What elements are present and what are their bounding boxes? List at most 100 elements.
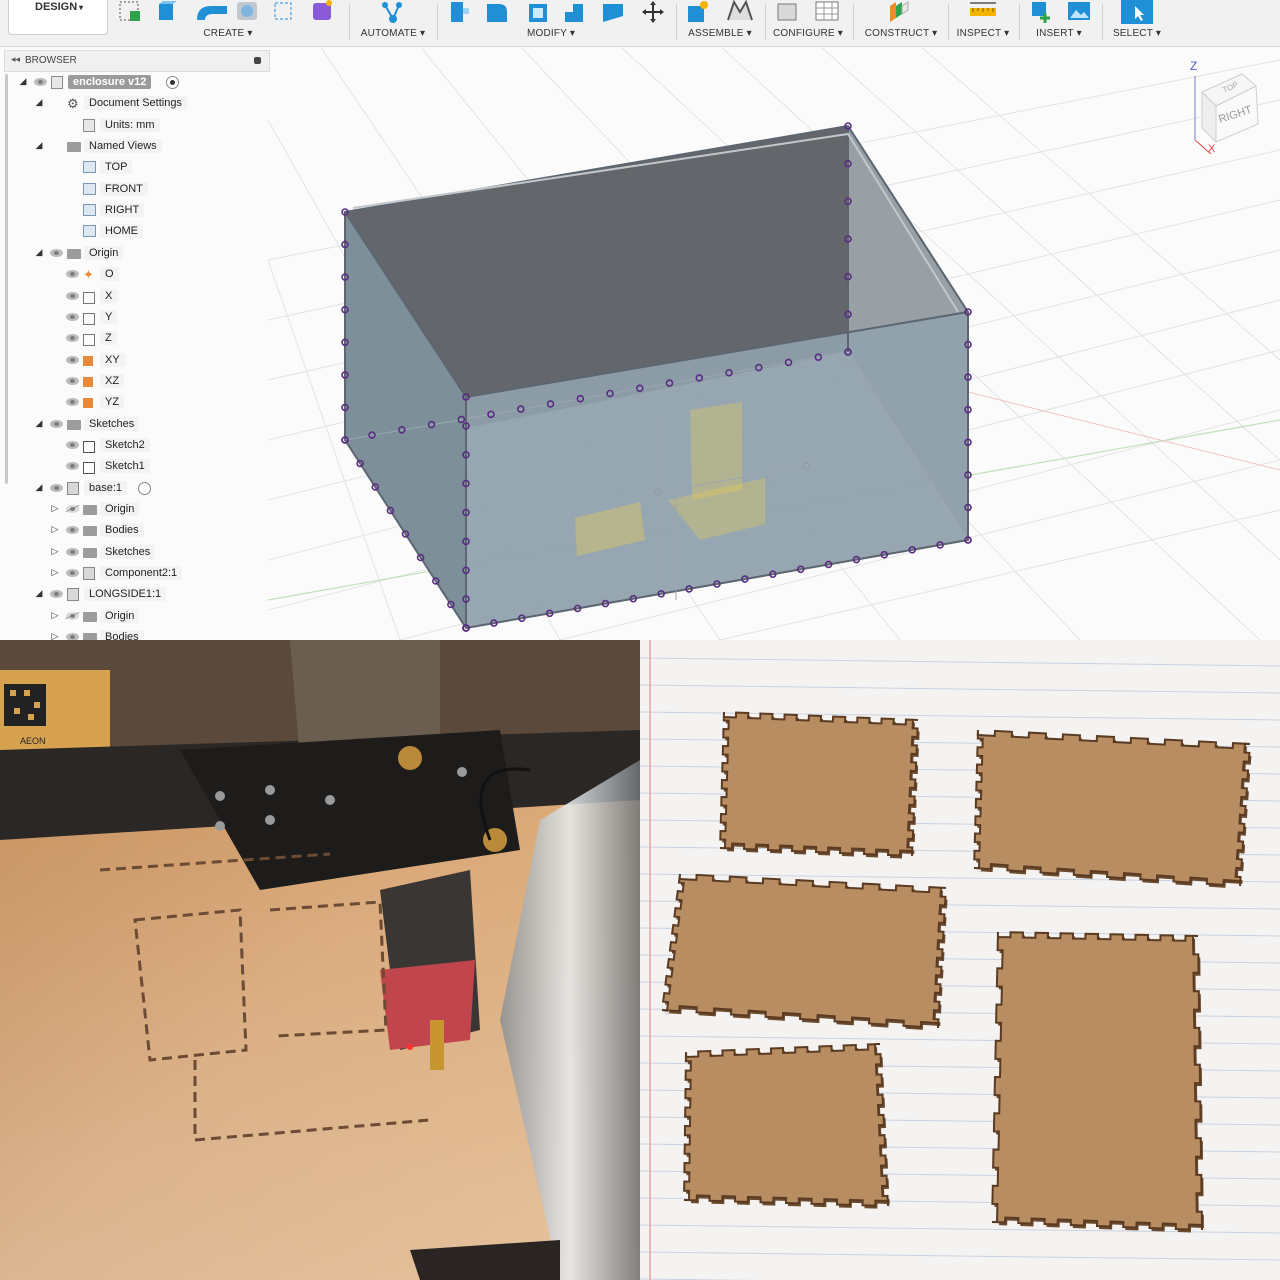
browser-tree-item[interactable]: XY (0, 352, 268, 370)
visibility-eye-icon[interactable] (50, 483, 63, 492)
browser-tree-item[interactable]: ◢ LONGSIDE1:1 (0, 586, 268, 604)
browser-tree-item[interactable]: Units: mm (0, 117, 268, 135)
visibility-eye-icon[interactable] (66, 355, 79, 364)
visibility-eye-icon[interactable] (50, 419, 63, 428)
browser-tree-label: Named Views (84, 139, 162, 154)
browser-tree-item[interactable]: Sketch1 (0, 458, 268, 476)
insert-group[interactable]: INSERT ▾ (1024, 0, 1094, 46)
browser-panel: ◂◂ BROWSER ◢ enclosure v12 ◢ ⚙ Document Sett… (0, 50, 270, 640)
browser-tree-item[interactable]: X (0, 288, 268, 306)
visibility-eye-icon[interactable] (66, 547, 79, 556)
browser-tree-item[interactable]: ◢ base:1 (0, 480, 268, 498)
configure-group[interactable]: CONFIGURE ▾ (770, 0, 846, 46)
insert-menu[interactable]: INSERT ▾ (1024, 28, 1094, 39)
browser-tree-item[interactable]: ✦ O (0, 266, 268, 284)
expand-arrow-icon[interactable]: ▷ (50, 546, 60, 557)
select-menu[interactable]: SELECT ▾ (1107, 28, 1167, 39)
collapse-arrow-icon[interactable]: ◢ (34, 247, 44, 258)
visibility-eye-icon[interactable] (66, 376, 79, 385)
visibility-eye-icon[interactable] (66, 334, 79, 343)
toolbar-divider (853, 4, 854, 40)
visibility-eye-icon[interactable] (50, 590, 63, 599)
named-view-icon (83, 204, 96, 217)
visibility-eye-icon[interactable] (66, 569, 79, 578)
automate-group[interactable]: AUTOMATE ▾ (355, 0, 431, 46)
visibility-eye-icon[interactable] (66, 440, 79, 449)
expand-arrow-icon[interactable]: ▷ (50, 503, 60, 514)
browser-tree-item[interactable]: YZ (0, 394, 268, 412)
visibility-eye-icon[interactable] (66, 398, 79, 407)
collapse-arrow-icon[interactable]: ◢ (34, 482, 44, 493)
inspect-group[interactable]: INSPECT ▾ (953, 0, 1013, 46)
viewcube[interactable]: Z X RIGHT TOP (1184, 58, 1264, 154)
browser-tree-item[interactable]: RIGHT (0, 202, 268, 220)
inspect-menu[interactable]: INSPECT ▾ (953, 28, 1013, 39)
visibility-eye-icon[interactable] (66, 291, 79, 300)
3d-viewport[interactable] (268, 46, 1280, 640)
collapse-arrow-icon[interactable]: ◢ (18, 76, 28, 87)
activate-component-radio[interactable] (165, 76, 179, 89)
browser-tree-item[interactable]: ◢ Origin (0, 245, 268, 263)
collapse-chevron-icon[interactable]: ◂◂ (11, 54, 20, 65)
create-menu[interactable]: CREATE ▾ (115, 28, 341, 39)
modify-group[interactable]: MODIFY ▾ (443, 0, 669, 46)
visibility-eye-icon[interactable] (50, 248, 63, 257)
expand-arrow-icon[interactable]: ▷ (50, 567, 60, 578)
visibility-eye-icon[interactable] (66, 633, 79, 640)
collapse-arrow-icon[interactable]: ◢ (34, 588, 44, 599)
modify-menu[interactable]: MODIFY ▾ (433, 28, 669, 39)
browser-tree-item[interactable]: ▷ Sketches (0, 544, 268, 562)
browser-tree-item[interactable]: HOME (0, 223, 268, 241)
expand-arrow-icon[interactable]: ▷ (50, 610, 60, 621)
browser-tree-item[interactable]: ◢ Named Views (0, 138, 268, 156)
browser-tree-item[interactable]: ▷ Component2:1 (0, 565, 268, 583)
select-cursor-icon (1121, 0, 1153, 24)
browser-tree-item[interactable]: ◢ ⚙ Document Settings (0, 95, 268, 113)
enclosure-model[interactable] (343, 124, 970, 630)
construct-menu[interactable]: CONSTRUCT ▾ (860, 28, 942, 39)
sketch-icon (83, 462, 95, 475)
collapse-arrow-icon[interactable]: ◢ (34, 140, 44, 151)
laser-head-red (380, 960, 475, 1050)
browser-tree-item[interactable]: ▷ Bodies (0, 522, 268, 540)
visibility-eye-icon[interactable] (66, 526, 79, 535)
toolbar: DESIGN ▾ CREATE ▾ AUTOMATE ▾ MODIFY ▾ AS… (0, 0, 1280, 47)
browser-tree-item[interactable]: ◢ Sketches (0, 416, 268, 434)
folder-icon (83, 547, 97, 558)
create-group[interactable]: CREATE ▾ (115, 0, 341, 46)
workspace-switcher[interactable]: DESIGN ▾ (8, 0, 108, 35)
browser-tree-item[interactable]: ▷ Bodies (0, 629, 268, 640)
assemble-menu[interactable]: ASSEMBLE ▾ (682, 28, 758, 39)
visibility-eye-icon[interactable] (66, 462, 79, 471)
visibility-eye-icon[interactable] (66, 312, 79, 321)
browser-tree-item[interactable]: ◢ enclosure v12 (0, 74, 268, 92)
visibility-hidden-icon[interactable] (66, 505, 79, 513)
document-icon (51, 76, 63, 89)
assemble-group[interactable]: ASSEMBLE ▾ (682, 0, 758, 46)
browser-tree-item[interactable]: Y (0, 309, 268, 327)
browser-tree-item[interactable]: Z (0, 330, 268, 348)
collapse-arrow-icon[interactable]: ◢ (34, 97, 44, 108)
browser-tree-item[interactable]: ▷ Origin (0, 501, 268, 519)
visibility-eye-icon[interactable] (66, 270, 79, 279)
collapse-arrow-icon[interactable]: ◢ (34, 418, 44, 429)
automate-menu[interactable]: AUTOMATE ▾ (355, 28, 431, 39)
configure-menu[interactable]: CONFIGURE ▾ (770, 28, 846, 39)
construct-group[interactable]: CONSTRUCT ▾ (860, 0, 942, 46)
measure-icon (970, 2, 996, 16)
browser-tree-item[interactable]: Sketch2 (0, 437, 268, 455)
expand-arrow-icon[interactable]: ▷ (50, 524, 60, 535)
expand-arrow-icon[interactable]: ▷ (50, 631, 60, 640)
browser-tree-item[interactable]: FRONT (0, 181, 268, 199)
visibility-hidden-icon[interactable] (66, 611, 79, 620)
axis-icon (83, 334, 95, 347)
browser-tree-label: Origin (100, 502, 140, 516)
browser-tree-item[interactable]: ▷ Origin (0, 608, 268, 626)
browser-header[interactable]: ◂◂ BROWSER (4, 50, 270, 72)
visibility-eye-icon[interactable] (34, 78, 47, 86)
browser-tree-item[interactable]: XZ (0, 373, 268, 391)
browser-tree-item[interactable]: TOP (0, 159, 268, 177)
activate-component-radio[interactable] (137, 481, 151, 495)
pin-icon[interactable] (254, 57, 261, 64)
select-group[interactable]: SELECT ▾ (1107, 0, 1167, 46)
